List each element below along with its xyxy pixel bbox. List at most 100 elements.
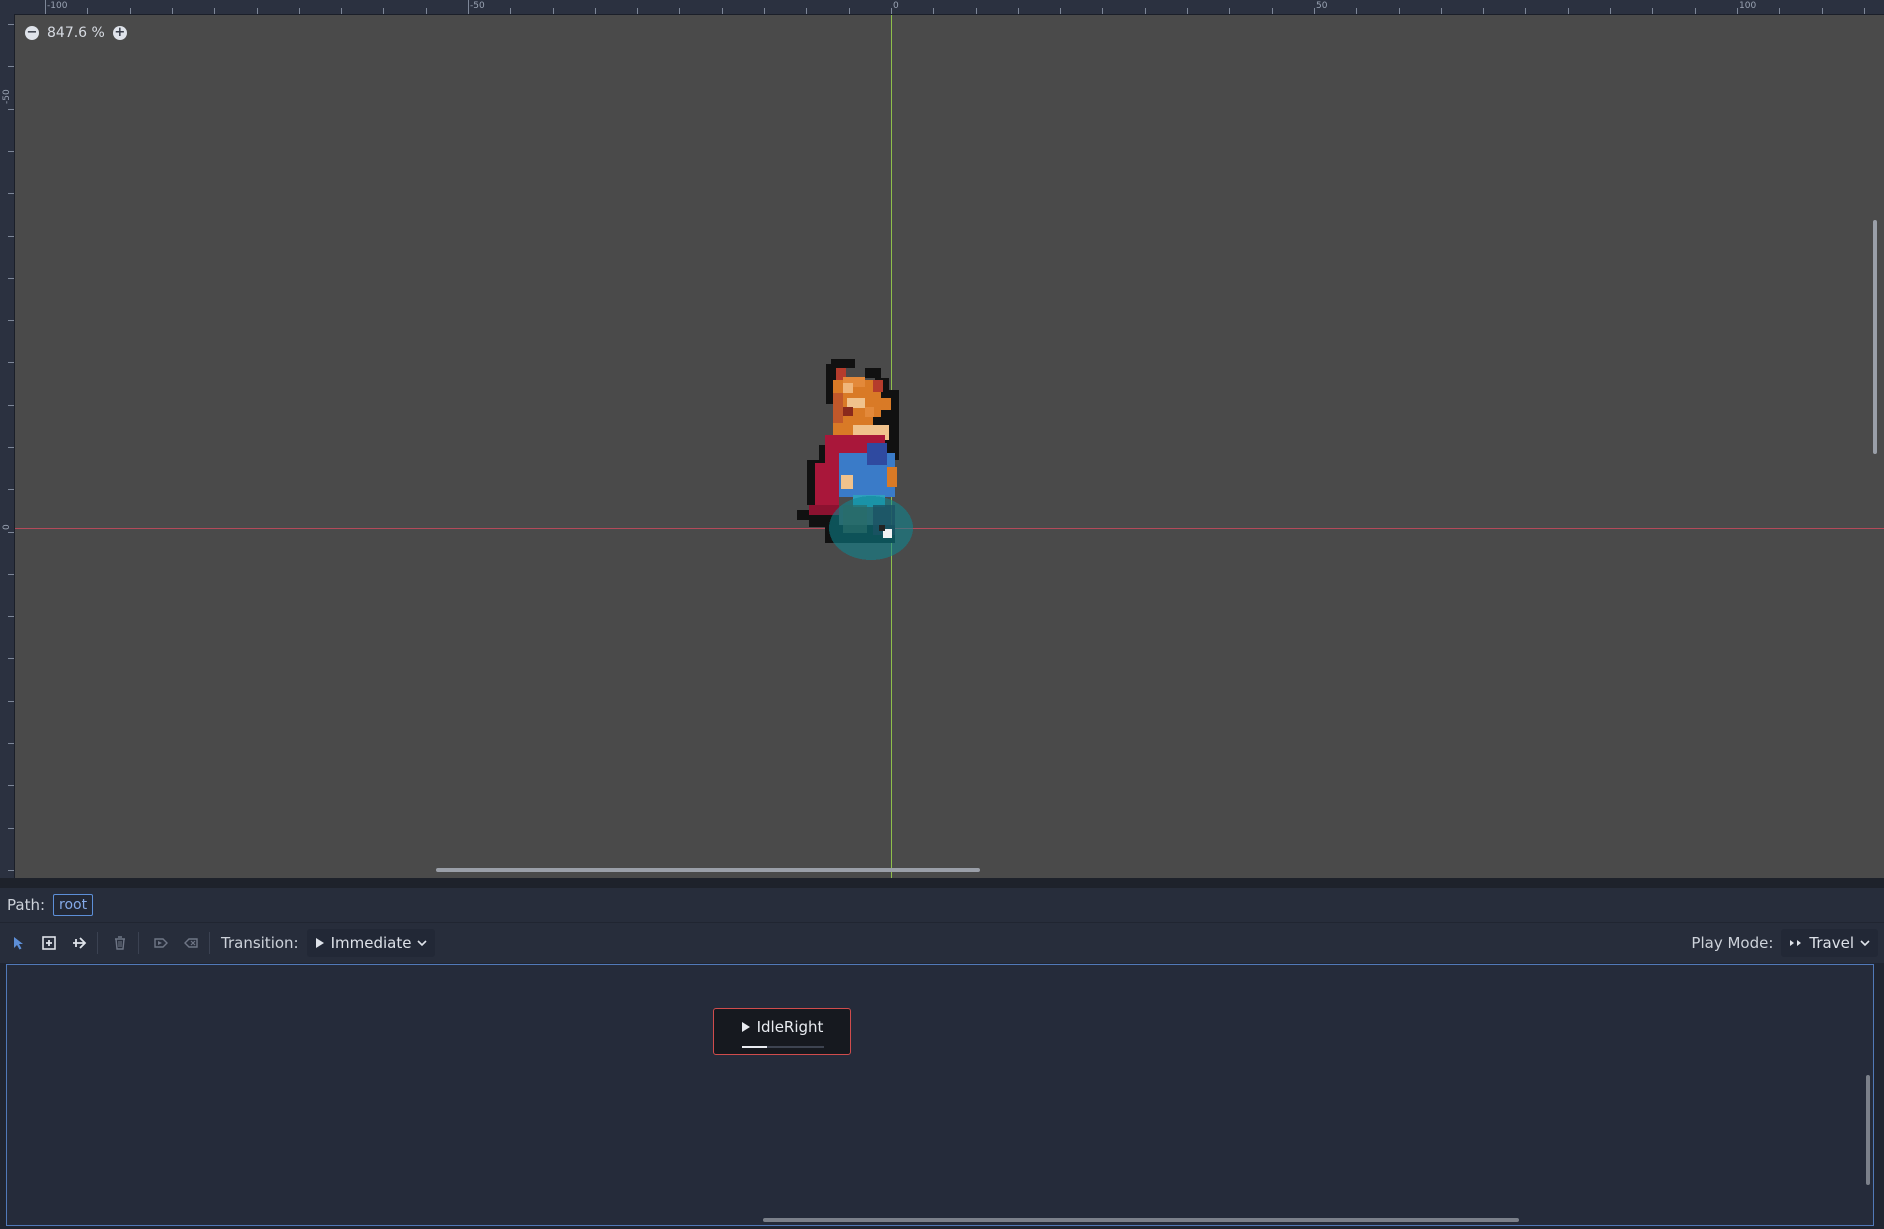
- ruler-tick: [8, 405, 14, 406]
- ruler-tick: [1314, 8, 1315, 14]
- ruler-tick: [1822, 8, 1823, 14]
- toolbar-separator: [97, 932, 98, 954]
- play-mode-dropdown[interactable]: Travel: [1781, 929, 1878, 957]
- path-root-button[interactable]: root: [53, 894, 94, 916]
- ruler-tick: [426, 8, 427, 14]
- path-label: Path:: [7, 896, 46, 914]
- transition-type-value: Immediate: [330, 934, 412, 952]
- ruler-tick: [8, 616, 14, 617]
- ruler-tick: [679, 8, 680, 14]
- ruler-tick: [1399, 8, 1400, 14]
- ruler-tick: [8, 320, 14, 321]
- ruler-tick: [933, 8, 934, 14]
- state-progress-fill: [742, 1046, 767, 1048]
- select-tool-icon[interactable]: [6, 930, 32, 956]
- transition-type-dropdown[interactable]: Immediate: [306, 929, 436, 957]
- state-machine-toolbar: Transition: Immediate Play Mode: Travel: [0, 923, 1884, 963]
- viewport-horizontal-scrollbar[interactable]: [436, 868, 980, 872]
- ruler-tick: [976, 8, 977, 14]
- viewport-vertical-scrollbar[interactable]: [1873, 220, 1877, 454]
- top-ruler: -100 -50 0 50 100: [0, 0, 1884, 15]
- panel-divider[interactable]: [0, 878, 1884, 888]
- ruler-tick: [8, 701, 14, 702]
- ruler-tick: [1864, 8, 1865, 14]
- ruler-tick: [8, 785, 14, 786]
- ruler-tick: [383, 8, 384, 14]
- ruler-tick: [1272, 8, 1273, 14]
- ruler-tick: [806, 8, 807, 14]
- zoom-in-button[interactable]: +: [112, 26, 127, 40]
- ruler-tick: [257, 8, 258, 14]
- zoom-out-button[interactable]: −: [25, 26, 39, 40]
- ruler-label: 100: [1739, 1, 1757, 11]
- ruler-tick: [510, 8, 511, 14]
- zoom-controls: − 847.6 % +: [25, 22, 127, 44]
- ruler-tick: [8, 532, 14, 533]
- ruler-tick: [341, 8, 342, 14]
- ruler-tick: [1356, 8, 1357, 14]
- ruler-tick: [637, 8, 638, 14]
- connect-nodes-icon[interactable]: [66, 930, 92, 956]
- play-icon[interactable]: [741, 1021, 751, 1033]
- canvas-viewport[interactable]: -100 -50 0 50 100 -50 0 − 847.6 % +: [0, 0, 1884, 878]
- delete-icon[interactable]: [107, 930, 133, 956]
- chevron-down-icon: [1860, 940, 1870, 947]
- ruler-tick: [87, 8, 88, 14]
- transition-label: Transition:: [221, 934, 299, 952]
- state-machine-graph[interactable]: IdleRight: [6, 964, 1874, 1226]
- ruler-tick: [1610, 8, 1611, 14]
- ruler-label: -50: [470, 1, 485, 11]
- ruler-label: -50: [2, 89, 12, 104]
- ruler-tick: [8, 828, 14, 829]
- ruler-tick: [8, 658, 14, 659]
- ruler-tick: [299, 8, 300, 14]
- ruler-tick: [1102, 8, 1103, 14]
- travel-icon: [1790, 940, 1802, 946]
- ruler-tick: [1229, 8, 1230, 14]
- ruler-tick: [553, 8, 554, 14]
- ruler-tick: [1695, 8, 1696, 14]
- x-axis-line: [15, 528, 1884, 529]
- set-start-icon[interactable]: [148, 930, 174, 956]
- ruler-tick: [1441, 8, 1442, 14]
- state-node-label: IdleRight: [756, 1018, 824, 1036]
- ruler-tick: [130, 8, 131, 14]
- ruler-tick: [8, 870, 14, 871]
- ruler-tick: [8, 24, 14, 25]
- ruler-tick: [1525, 8, 1526, 14]
- character-sprite[interactable]: [795, 355, 945, 575]
- zoom-level[interactable]: 847.6 %: [47, 25, 105, 41]
- ruler-tick: [8, 109, 14, 110]
- ruler-tick: [849, 8, 850, 14]
- ruler-tick: [468, 0, 469, 14]
- play-icon: [315, 938, 324, 948]
- ruler-tick: [1483, 8, 1484, 14]
- left-ruler: -50 0: [0, 14, 15, 878]
- graph-horizontal-scrollbar[interactable]: [763, 1218, 1519, 1222]
- ruler-tick: [722, 8, 723, 14]
- set-end-icon[interactable]: [178, 930, 204, 956]
- ruler-tick: [1018, 8, 1019, 14]
- ruler-tick: [1145, 8, 1146, 14]
- ruler-label: 0: [2, 524, 12, 530]
- path-bar: Path: root: [0, 888, 1884, 922]
- ruler-tick: [1737, 8, 1738, 14]
- toolbar-separator: [138, 932, 139, 954]
- ruler-tick: [8, 362, 14, 363]
- state-progress-bar: [742, 1046, 824, 1048]
- chevron-down-icon: [417, 940, 428, 947]
- create-node-icon[interactable]: [36, 930, 62, 956]
- ruler-tick: [8, 743, 14, 744]
- ruler-tick: [8, 489, 14, 490]
- ruler-tick: [1779, 8, 1780, 14]
- graph-vertical-scrollbar[interactable]: [1866, 1075, 1870, 1185]
- ruler-label: -100: [47, 1, 68, 11]
- ruler-tick: [595, 8, 596, 14]
- ruler-tick: [172, 8, 173, 14]
- ruler-label: 0: [893, 1, 899, 11]
- ruler-tick: [8, 151, 14, 152]
- ruler-tick: [1652, 8, 1653, 14]
- state-node-idleright[interactable]: IdleRight: [713, 1008, 851, 1055]
- play-mode-group: Play Mode: Travel: [1685, 923, 1878, 963]
- ruler-tick: [8, 278, 14, 279]
